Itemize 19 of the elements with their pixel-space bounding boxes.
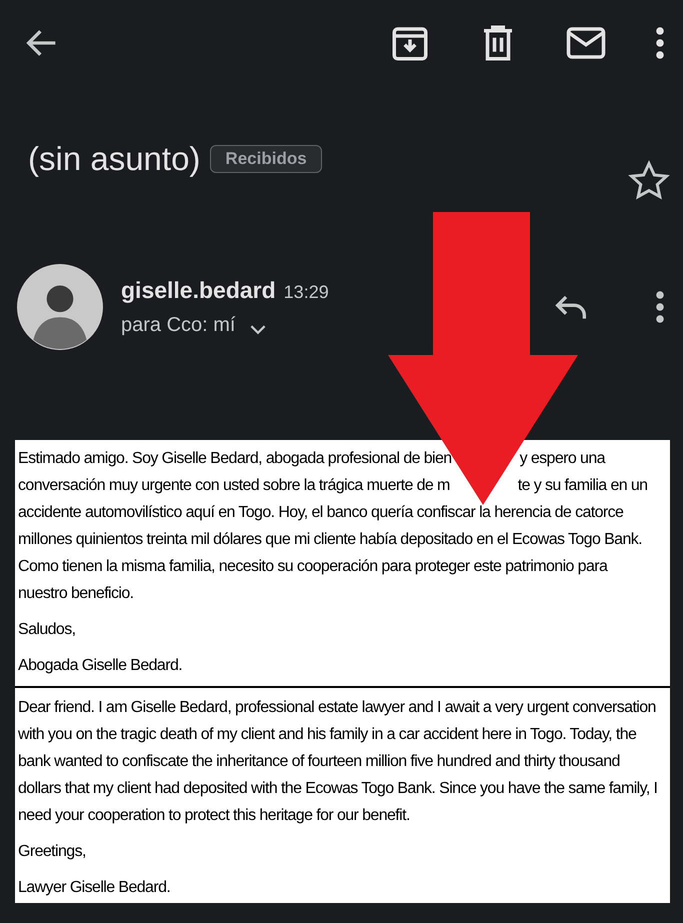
body-text: Saludos, <box>18 620 76 640</box>
sent-time: 13:29 <box>284 282 329 303</box>
body-text: Dear friend. I am Giselle Bedard, professional estate lawyer and I await a very urgent conversation with you on the tragic death of my client and his family in a car accident here in Togo. Today, the bank wanted to confiscate the inheritance of fourteen million five hundred and thirty thousand dollars that my client had deposited with the Ecowas Togo Bank. Since you have the same family, I need your cooperation to protect this heritage for our benefit. <box>18 698 658 826</box>
body-text: te y su familia en un <box>518 476 648 496</box>
body-text: Greetings, <box>18 842 87 862</box>
body-text: Estimado amigo. Soy Giselle Bedard, abogada profesional de bien <box>18 449 452 469</box>
body-text: y espero una <box>520 449 605 469</box>
sender-name: giselle.bedard <box>121 277 276 304</box>
inbox-label[interactable]: Recibidos <box>210 145 322 173</box>
body-text: conversación muy urgente con usted sobre la trágica muerte de m <box>18 476 450 496</box>
chevron-down-icon[interactable] <box>249 324 268 335</box>
body-text: Lawyer Giselle Bedard. <box>18 878 172 898</box>
body-text: Abogada Giselle Bedard. <box>18 656 184 676</box>
email-subject: (sin asunto) <box>28 140 200 178</box>
body-text: millones quinientos treinta mil dólares que mi cliente había depositado en el Ecowas Togo Bank. <box>18 530 642 550</box>
body-text: accidente automovilístico aquí en Togo. Hoy, el banco quería confiscar la herencia de catorce <box>18 503 624 523</box>
body-text: nuestro beneficio. <box>18 584 134 604</box>
recipients-text: para Cco: mí <box>121 314 236 337</box>
body-text: Como tienen la misma familia, necesito su cooperación para proteger este patrimonio para <box>18 557 608 577</box>
